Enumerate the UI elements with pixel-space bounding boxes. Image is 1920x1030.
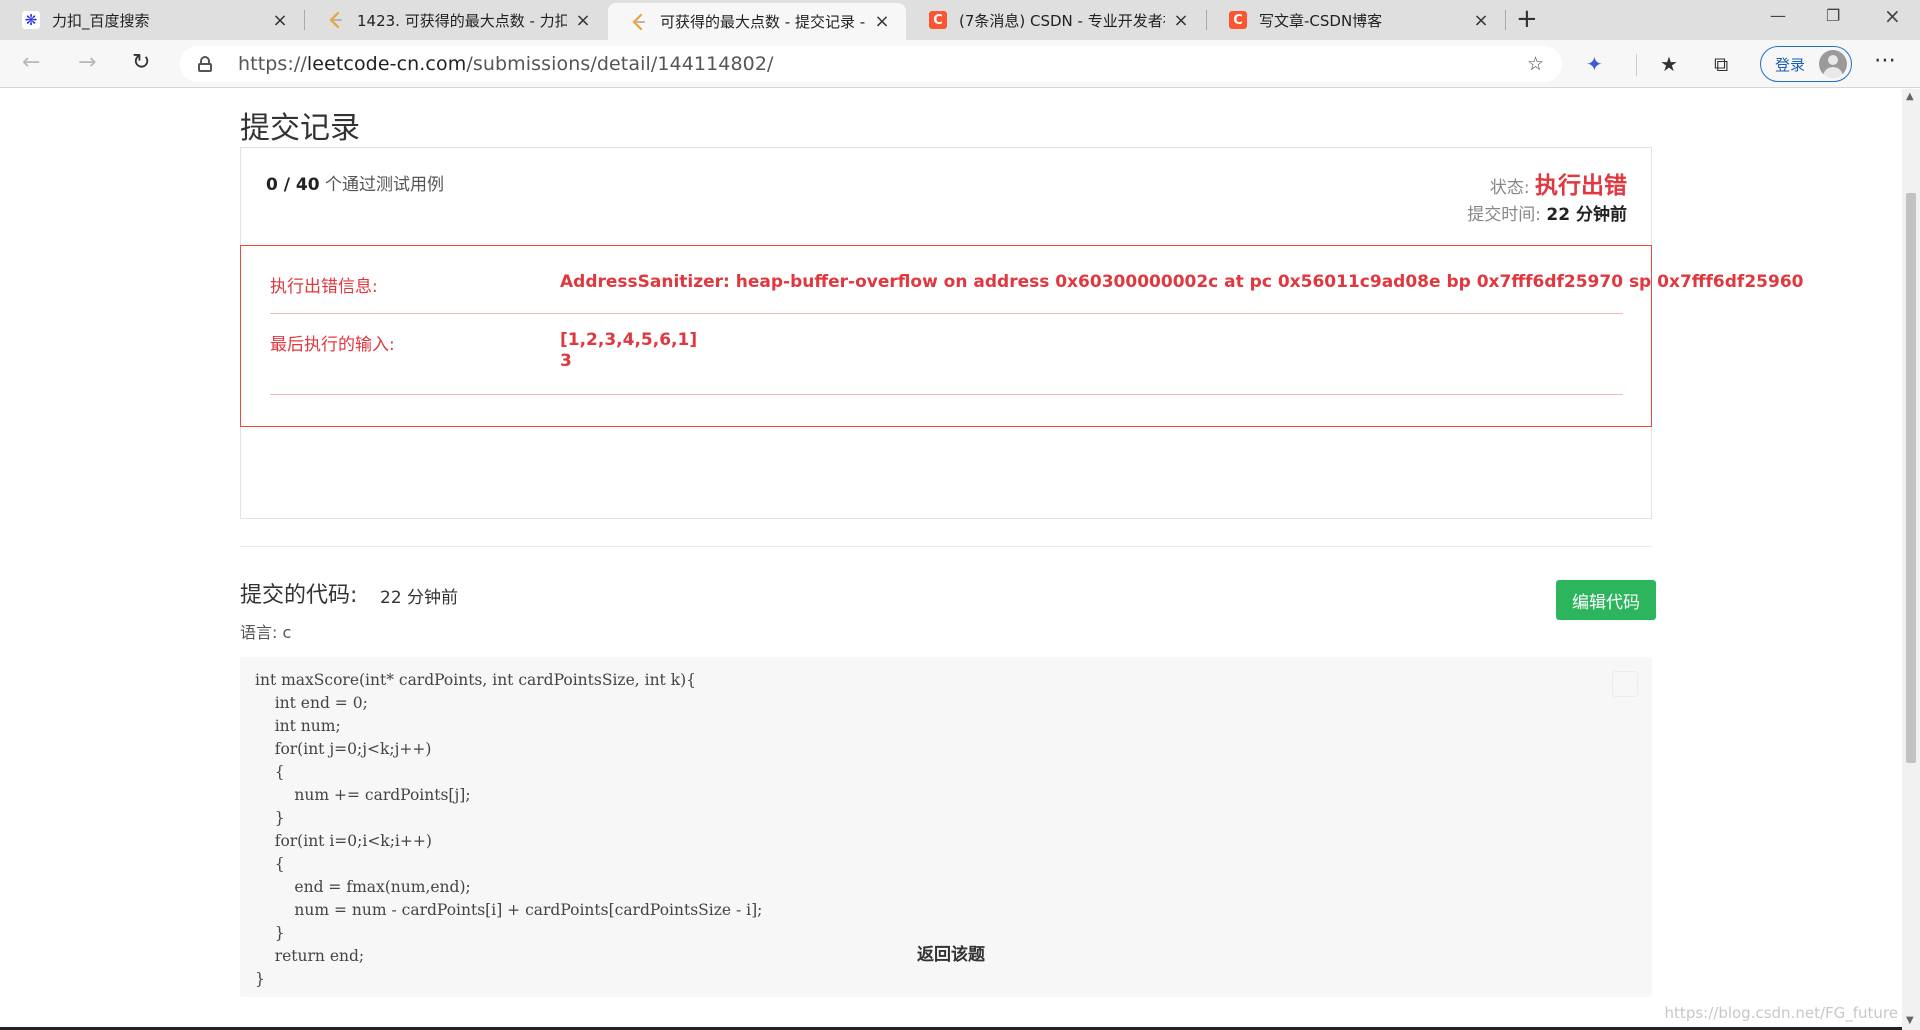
login-button[interactable]: 登录 <box>1760 46 1852 82</box>
submitted-code-title: 提交的代码: <box>240 583 358 608</box>
minimize-icon[interactable]: — <box>1770 6 1786 25</box>
submission-result-panel: 0 / 40 个通过测试用例 状态: 执行出错 提交时间: 22 分钟前 执行出… <box>240 147 1803 519</box>
url-text[interactable]: https://leetcode-cn.com/submissions/deta… <box>238 53 774 75</box>
close-icon[interactable]: × <box>573 10 593 31</box>
tab-title: 写文章-CSDN博客 <box>1259 11 1383 30</box>
tab-strip: ❋ 力扣_百度搜索 × 1423. 可获得的最大点数 - 力扣（ × 可获得的最… <box>0 0 1920 40</box>
baidu-paw-icon: ❋ <box>22 11 40 29</box>
language-info: 语言: c <box>240 623 292 642</box>
extension-icon[interactable]: ✦ <box>1586 52 1603 76</box>
tab-leetcode-problem[interactable]: 1423. 可获得的最大点数 - 力扣（ × <box>305 0 607 40</box>
avatar <box>1819 50 1847 78</box>
status-line: 状态: 执行出错 <box>1490 166 1627 200</box>
add-favorite-icon[interactable]: ☆ <box>1527 53 1544 75</box>
leetcode-icon <box>327 11 345 29</box>
test-cases-passed: 0 / 40 个通过测试用例 <box>266 175 444 195</box>
last-input-label: 最后执行的输入: <box>270 335 395 355</box>
back-to-problem-link[interactable]: 返回该题 <box>0 940 1902 965</box>
new-tab-icon[interactable]: + <box>1516 4 1538 34</box>
csdn-icon: C <box>929 11 947 29</box>
scrollbar-thumb[interactable] <box>1906 193 1916 763</box>
tab-title: 力扣_百度搜索 <box>52 11 150 30</box>
scroll-up-icon[interactable]: ▲ <box>1906 91 1914 102</box>
error-info-row: 执行出错信息: AddressSanitizer: heap-buffer-ov… <box>270 246 1803 314</box>
favorites-icon[interactable]: ★ <box>1660 52 1678 76</box>
last-input-row: 最后执行的输入: [1,2,3,4,5,6,1] 3 <box>270 314 1623 395</box>
back-arrow-icon[interactable]: ← <box>22 50 40 75</box>
last-input-k: 3 <box>560 351 572 371</box>
login-label: 登录 <box>1775 55 1806 74</box>
section-divider <box>240 546 1652 547</box>
submit-time-line: 提交时间: 22 分钟前 <box>1467 200 1627 225</box>
page-content: 提交记录 0 / 40 个通过测试用例 状态: 执行出错 提交时间: 22 分钟… <box>0 89 1902 1030</box>
copy-icon[interactable] <box>1612 671 1638 697</box>
status-badge: 执行出错 <box>1535 173 1627 199</box>
csdn-icon: C <box>1229 11 1247 29</box>
url-bar[interactable]: https://leetcode-cn.com/submissions/deta… <box>180 46 1562 82</box>
error-info-label: 执行出错信息: <box>270 277 378 297</box>
close-icon[interactable]: × <box>270 10 290 31</box>
refresh-icon[interactable]: ↻ <box>132 50 150 75</box>
submit-time-label: 提交时间: <box>1467 205 1547 225</box>
lock-icon[interactable] <box>198 56 212 72</box>
scroll-down-icon[interactable]: ▼ <box>1906 1015 1914 1026</box>
tab-csdn-community[interactable]: C (7条消息) CSDN - 专业开发者社区 × <box>907 0 1205 40</box>
tab-csdn-write[interactable]: C 写文章-CSDN博客 × <box>1207 0 1505 40</box>
submitted-code-time: 22 分钟前 <box>380 588 459 608</box>
tab-title: 1423. 可获得的最大点数 - 力扣（ <box>357 11 567 30</box>
scrollbar[interactable]: ▲ ▼ <box>1902 89 1920 1030</box>
last-input-array: [1,2,3,4,5,6,1] <box>560 330 698 350</box>
restore-icon[interactable]: ❐ <box>1826 6 1840 25</box>
tab-title: 可获得的最大点数 - 提交记录 - 力 <box>660 13 866 31</box>
page-title: 提交记录 <box>240 111 360 146</box>
close-icon[interactable]: × <box>872 11 892 32</box>
window-close-icon[interactable]: × <box>1884 4 1901 28</box>
address-toolbar: ← → ↻ https://leetcode-cn.com/submission… <box>0 40 1920 88</box>
language-value: c <box>282 623 292 642</box>
close-icon[interactable]: × <box>1471 10 1491 31</box>
tab-title: (7条消息) CSDN - 专业开发者社区 <box>959 11 1165 30</box>
tab-submission-active[interactable]: 可获得的最大点数 - 提交记录 - 力 × <box>608 3 906 40</box>
tab-baidu-search[interactable]: ❋ 力扣_百度搜索 × <box>0 0 304 40</box>
submit-time-value: 22 分钟前 <box>1546 205 1627 225</box>
runtime-error-panel: 执行出错信息: AddressSanitizer: heap-buffer-ov… <box>240 245 1803 427</box>
collections-icon[interactable]: ⧉ <box>1714 52 1728 76</box>
more-menu-icon[interactable]: ⋯ <box>1874 48 1896 73</box>
error-info-value: AddressSanitizer: heap-buffer-overflow o… <box>560 272 1804 292</box>
edit-code-button[interactable]: 编辑代码 <box>1556 580 1656 620</box>
watermark: https://blog.csdn.net/FG_future <box>1664 1004 1898 1022</box>
forward-arrow-icon[interactable]: → <box>78 50 96 75</box>
leetcode-icon <box>630 13 648 31</box>
close-icon[interactable]: × <box>1171 10 1191 31</box>
status-label: 状态: <box>1489 178 1535 198</box>
